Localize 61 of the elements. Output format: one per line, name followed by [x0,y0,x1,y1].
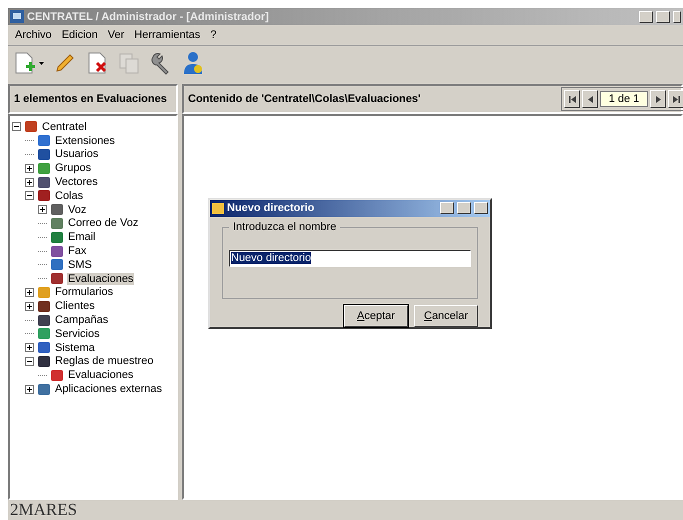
tree-item[interactable]: SMS [67,258,93,271]
tree-item[interactable]: Campañas [54,314,110,326]
tree-item[interactable]: Fax [67,245,88,258]
minimize-button[interactable] [440,202,454,214]
expand-icon[interactable] [25,178,34,187]
tree-item[interactable]: Email [67,231,97,244]
tree-item[interactable]: Evaluaciones [67,272,134,285]
collapse-icon[interactable] [25,356,34,366]
expand-icon[interactable] [25,343,34,352]
triangle-icon [672,94,680,104]
tree-item[interactable]: Usuarios [54,148,100,160]
last-page-button[interactable] [668,90,683,108]
tree-item[interactable]: Evaluaciones [67,369,134,382]
expand-icon[interactable] [25,164,34,173]
tree-item[interactable]: Grupos [54,162,92,174]
menu-item[interactable]: Ver [102,28,130,42]
tree-item[interactable]: Formularios [54,286,114,298]
next-page-button[interactable] [650,90,666,108]
tree-item[interactable]: Centratel [41,120,88,133]
tree-item[interactable]: Voz [67,204,88,216]
expand-icon[interactable] [25,288,34,297]
tree-item[interactable]: Extensiones [54,134,116,147]
dialog-button[interactable]: Aceptar [344,305,408,327]
logo: 2MARES [10,500,78,520]
tree-item[interactable]: Aplicaciones externas [54,383,164,396]
tree-item[interactable]: Sistema [54,342,96,354]
window-title: CENTRATEL / Administrador - [Administrador] [27,10,269,22]
tree-item[interactable]: Correo de Voz [67,217,140,230]
expand-icon[interactable] [25,302,34,311]
left-panel-header: 1 elementos en Evaluaciones [8,84,178,114]
first-page-button[interactable] [564,90,580,108]
collapse-icon[interactable] [12,122,21,132]
tree-item[interactable]: Clientes [54,300,96,312]
dialog-button[interactable]: Cancelar [414,305,478,327]
maximize-button[interactable] [457,202,471,214]
collapse-icon[interactable] [25,191,34,200]
user-icon[interactable] [181,51,205,75]
menu-item[interactable]: Herramientas [129,28,206,42]
minimize-button[interactable] [639,10,653,22]
menu-item[interactable]: Archivo [10,28,57,42]
app-icon [10,10,24,23]
page-field[interactable]: 1 de 1 [600,91,648,107]
close-button[interactable] [474,202,488,214]
expand-icon[interactable] [38,205,47,214]
dialog-title: Nuevo directorio [227,202,314,214]
menu-item[interactable]: ? [205,28,222,42]
expand-icon[interactable] [25,384,34,394]
triangle-icon [654,94,662,104]
tree-item[interactable]: Reglas de muestreo [54,355,154,368]
tree-item[interactable]: Servicios [54,328,101,340]
name-input-field[interactable]: Nuevo directorio [229,250,471,267]
maximize-button[interactable] [656,10,670,22]
previous-page-button[interactable] [582,90,598,108]
group-label: Introduzca el nombre [229,220,340,233]
triangle-icon [586,94,594,104]
content-path-header: Contenido de 'Centratel\Colas\Evaluaciones' [188,93,421,105]
tree-item[interactable]: Vectores [54,176,99,188]
triangle-icon [568,94,576,104]
close-button[interactable] [673,10,681,22]
menu-item[interactable]: Edicion [56,28,103,42]
tree-item[interactable]: Colas [54,190,84,202]
